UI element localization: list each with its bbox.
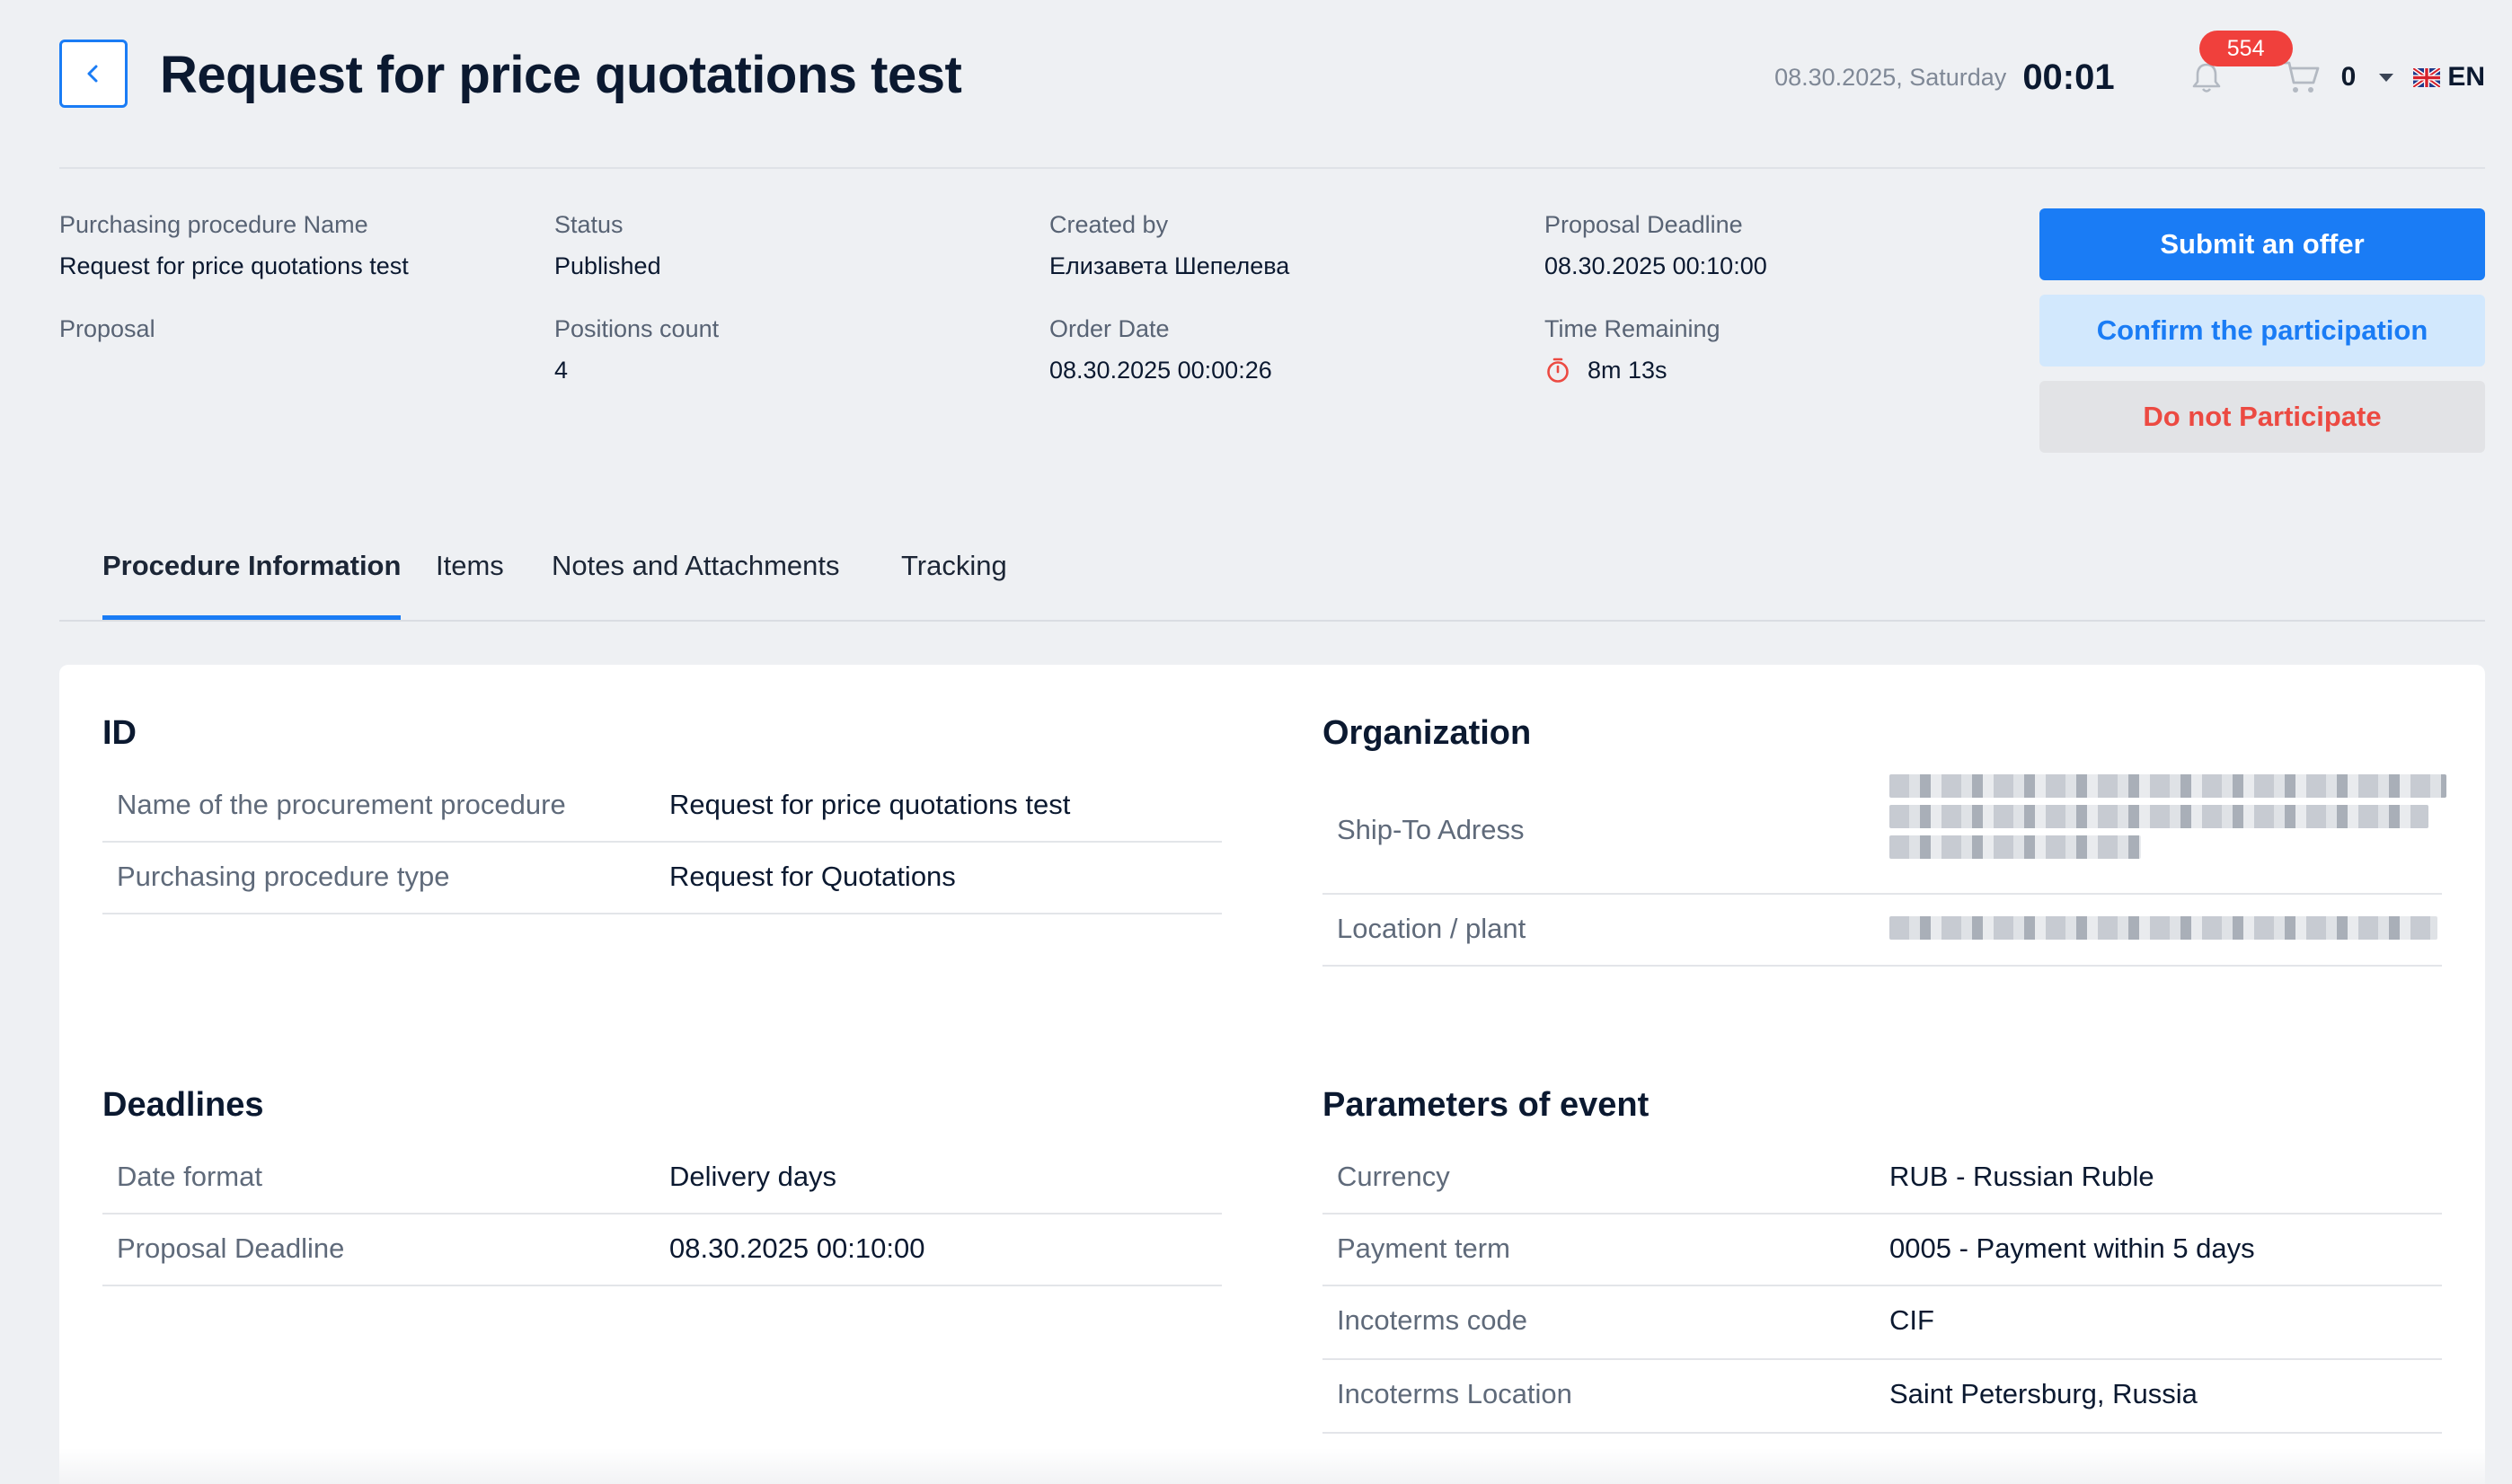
row-label: Date format <box>117 1161 262 1192</box>
row-label: Currency <box>1337 1161 1450 1192</box>
created-by-label: Created by <box>1049 211 1169 238</box>
submit-offer-button[interactable]: Submit an offer <box>2039 208 2485 280</box>
row-label: Proposal Deadline <box>117 1232 345 1264</box>
procedure-name-field: Purchasing procedure Name Request for pr… <box>59 207 409 284</box>
caret-down-icon[interactable] <box>2379 73 2394 82</box>
positions-count-value: 4 <box>554 357 569 384</box>
page: Request for price quotations test 08.30.… <box>0 0 2512 1484</box>
cart-icon[interactable] <box>2280 57 2322 97</box>
current-time: 00:01 <box>2022 57 2115 97</box>
time-remaining-field: Time Remaining 8m 13s <box>1544 311 1720 388</box>
deadlines-table: Date format Delivery days Proposal Deadl… <box>102 1141 1222 1286</box>
current-date: 08.30.2025, Saturday <box>1774 63 2007 91</box>
created-by-field: Created by Елизавета Шепелева <box>1049 207 1289 284</box>
chevron-left-icon <box>87 65 98 83</box>
notifications-button[interactable]: 554 <box>2187 31 2293 97</box>
procedure-name-label: Purchasing procedure Name <box>59 211 368 238</box>
row-value: Saint Petersburg, Russia <box>1889 1378 2198 1409</box>
stopwatch-icon <box>1547 358 1569 383</box>
row-label: Ship-To Adress <box>1337 814 1525 845</box>
time-remaining-row: 8m 13s <box>1544 352 1720 388</box>
uk-flag-icon <box>2413 67 2441 87</box>
action-buttons: Submit an offer Confirm the participatio… <box>2039 208 2485 467</box>
row-label: Payment term <box>1337 1232 1510 1264</box>
tab-tracking[interactable]: Tracking <box>901 550 1007 620</box>
table-row: Incoterms code CIF <box>1322 1286 2442 1360</box>
header: Request for price quotations test 08.30.… <box>59 31 2485 115</box>
table-row: Location / plant <box>1322 895 2442 967</box>
order-date-value: 08.30.2025 00:00:26 <box>1049 357 1272 384</box>
row-value: RUB - Russian Ruble <box>1889 1161 2154 1192</box>
tabs-bar: Procedure Information Items Notes and At… <box>59 539 2485 622</box>
tab-items[interactable]: Items <box>436 550 504 620</box>
row-value: 0005 - Payment within 5 days <box>1889 1232 2255 1264</box>
proposal-deadline-field: Proposal Deadline 08.30.2025 00:10:00 <box>1544 207 1767 284</box>
table-row: Payment term 0005 - Payment within 5 day… <box>1322 1215 2442 1286</box>
language-label: EN <box>2447 62 2485 92</box>
row-label: Purchasing procedure type <box>117 861 450 892</box>
row-label: Incoterms code <box>1337 1304 1527 1336</box>
header-divider <box>59 167 2485 169</box>
tab-procedure-information[interactable]: Procedure Information <box>102 550 402 620</box>
back-button[interactable] <box>59 40 128 108</box>
organization-section: Organization Ship-To Adress Location / p… <box>1322 710 2446 967</box>
deadlines-section-title: Deadlines <box>102 1086 264 1124</box>
proposal-label: Proposal <box>59 315 155 342</box>
organization-section-title: Organization <box>1322 714 1532 752</box>
table-row: Date format Delivery days <box>102 1141 1222 1215</box>
notifications-badge: 554 <box>2198 31 2293 66</box>
id-section: ID Name of the procurement procedure Req… <box>102 710 1222 914</box>
positions-count-field: Positions count 4 <box>554 311 719 388</box>
row-value: 08.30.2025 00:10:00 <box>669 1232 925 1264</box>
row-value: CIF <box>1889 1304 1934 1336</box>
row-value: Request for Quotations <box>669 861 956 892</box>
table-row: Incoterms Location Saint Petersburg, Rus… <box>1322 1360 2442 1434</box>
table-row: Proposal Deadline 08.30.2025 00:10:00 <box>102 1215 1222 1286</box>
table-row: Ship-To Adress <box>1322 769 2446 895</box>
id-table: Name of the procurement procedure Reques… <box>102 769 1222 914</box>
redacted-ship-to-address <box>1889 774 2446 866</box>
row-value: Request for price quotations test <box>669 789 1071 820</box>
parameters-table: Currency RUB - Russian Ruble Payment ter… <box>1322 1141 2442 1434</box>
id-section-title: ID <box>102 714 137 752</box>
parameters-section: Parameters of event Currency RUB - Russi… <box>1322 1082 2442 1434</box>
language-selector[interactable]: EN <box>2413 62 2485 93</box>
row-label: Incoterms Location <box>1337 1378 1572 1409</box>
procedure-name-value: Request for price quotations test <box>59 252 409 279</box>
proposal-deadline-label: Proposal Deadline <box>1544 211 1743 238</box>
table-row: Currency RUB - Russian Ruble <box>1322 1141 2442 1215</box>
bottom-fade <box>59 1448 2485 1484</box>
row-value: Delivery days <box>669 1161 837 1192</box>
status-value: Published <box>554 252 661 279</box>
positions-count-label: Positions count <box>554 315 720 342</box>
deadlines-section: Deadlines Date format Delivery days Prop… <box>102 1082 1222 1286</box>
proposal-deadline-value: 08.30.2025 00:10:00 <box>1544 252 1767 279</box>
redacted-location-plant <box>1889 916 2437 947</box>
row-label: Location / plant <box>1337 913 1526 944</box>
status-label: Status <box>554 211 624 238</box>
time-remaining-label: Time Remaining <box>1544 315 1720 342</box>
header-toolbar: 08.30.2025, Saturday 00:01 554 0 EN <box>1774 31 2485 115</box>
confirm-participation-button[interactable]: Confirm the participation <box>2039 295 2485 367</box>
created-by-value: Елизавета Шепелева <box>1049 252 1290 279</box>
do-not-participate-button[interactable]: Do not Participate <box>2039 381 2485 453</box>
cart-count: 0 <box>2340 62 2357 92</box>
time-remaining-value: 8m 13s <box>1588 357 1667 384</box>
procedure-information-card: ID Name of the procurement procedure Req… <box>59 665 2485 1484</box>
parameters-section-title: Parameters of event <box>1322 1086 1650 1124</box>
row-label: Name of the procurement procedure <box>117 789 566 820</box>
organization-table: Ship-To Adress Location / plant <box>1322 769 2446 967</box>
order-date-field: Order Date 08.30.2025 00:00:26 <box>1049 311 1272 388</box>
order-date-label: Order Date <box>1049 315 1170 342</box>
table-row: Name of the procurement procedure Reques… <box>102 769 1222 843</box>
table-row: Purchasing procedure type Request for Qu… <box>102 843 1222 914</box>
tab-notes-and-attachments[interactable]: Notes and Attachments <box>552 550 840 620</box>
proposal-field: Proposal <box>59 311 155 347</box>
page-title: Request for price quotations test <box>160 46 962 104</box>
status-field: Status Published <box>554 207 661 284</box>
